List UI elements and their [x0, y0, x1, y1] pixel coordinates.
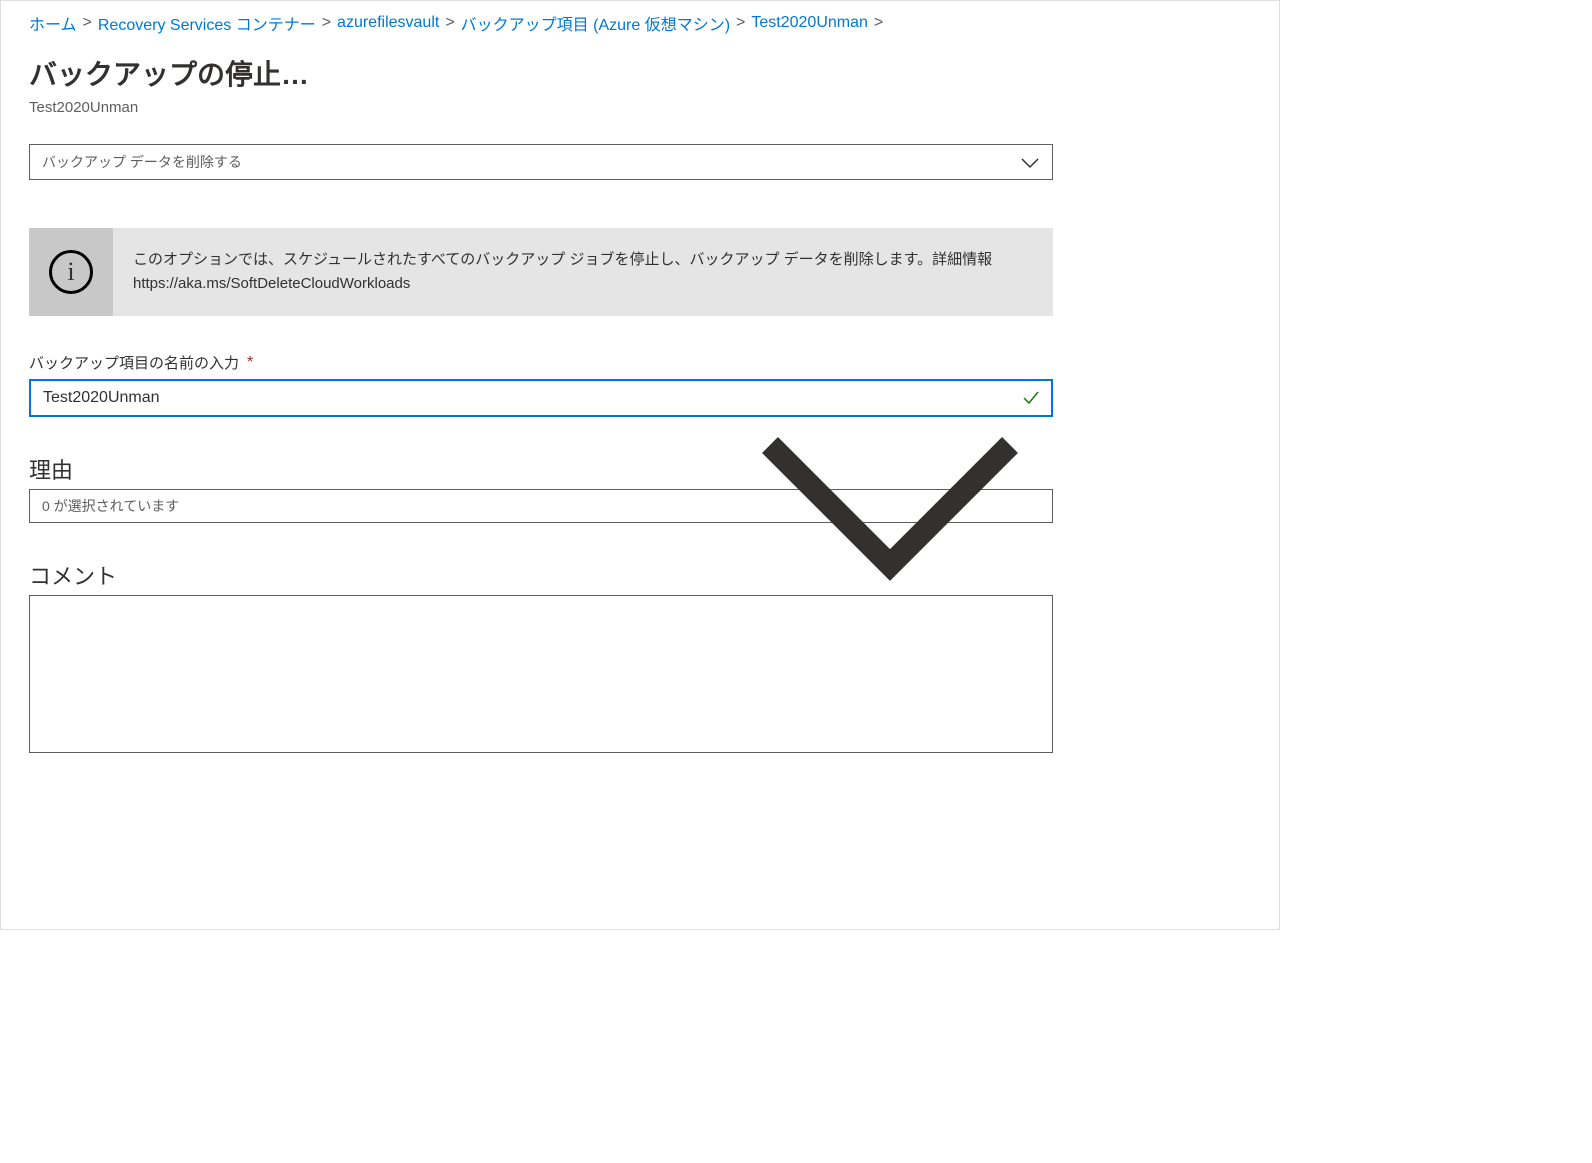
chevron-down-icon: [740, 415, 1040, 598]
info-text: このオプションでは、スケジュールされたすべてのバックアップ ジョブを停止し、バッ…: [133, 251, 992, 268]
backup-item-name-input[interactable]: [29, 379, 1053, 417]
breadcrumb-separator: >: [445, 14, 454, 32]
breadcrumb-separator: >: [83, 14, 92, 32]
info-url: https://aka.ms/SoftDeleteCloudWorkloads: [133, 275, 410, 292]
breadcrumb-item[interactable]: Test2020Unman: [751, 14, 868, 32]
page-subtitle: Test2020Unman: [29, 99, 1259, 116]
breadcrumb-vault[interactable]: azurefilesvault: [337, 14, 439, 32]
valid-check-icon: [1021, 388, 1041, 408]
breadcrumb-backup-items[interactable]: バックアップ項目 (Azure 仮想マシン): [461, 11, 730, 35]
breadcrumb-separator: >: [874, 14, 883, 32]
breadcrumb: ホーム > Recovery Services コンテナー > azurefil…: [29, 11, 1259, 35]
reason-dropdown[interactable]: 0 が選択されています: [29, 489, 1053, 523]
reason-selected-text: 0 が選択されています: [42, 496, 179, 516]
backup-action-selected: バックアップ データを削除する: [42, 152, 242, 172]
breadcrumb-home[interactable]: ホーム: [29, 11, 77, 35]
info-banner: i このオプションでは、スケジュールされたすべてのバックアップ ジョブを停止し、…: [29, 228, 1053, 316]
breadcrumb-separator: >: [736, 14, 745, 32]
info-icon: i: [49, 250, 93, 294]
info-message: このオプションでは、スケジュールされたすべてのバックアップ ジョブを停止し、バッ…: [113, 228, 1053, 316]
comment-textarea[interactable]: [29, 595, 1053, 753]
required-indicator: *: [247, 354, 253, 372]
name-label-text: バックアップ項目の名前の入力: [29, 352, 239, 373]
breadcrumb-separator: >: [322, 14, 331, 32]
page-title: バックアップの停止…: [29, 53, 1259, 93]
info-icon-box: i: [29, 228, 113, 316]
chevron-down-icon: [1020, 156, 1040, 168]
backup-action-dropdown[interactable]: バックアップ データを削除する: [29, 144, 1053, 180]
name-field-label: バックアップ項目の名前の入力 *: [29, 352, 1053, 373]
breadcrumb-recovery-services[interactable]: Recovery Services コンテナー: [98, 11, 316, 35]
